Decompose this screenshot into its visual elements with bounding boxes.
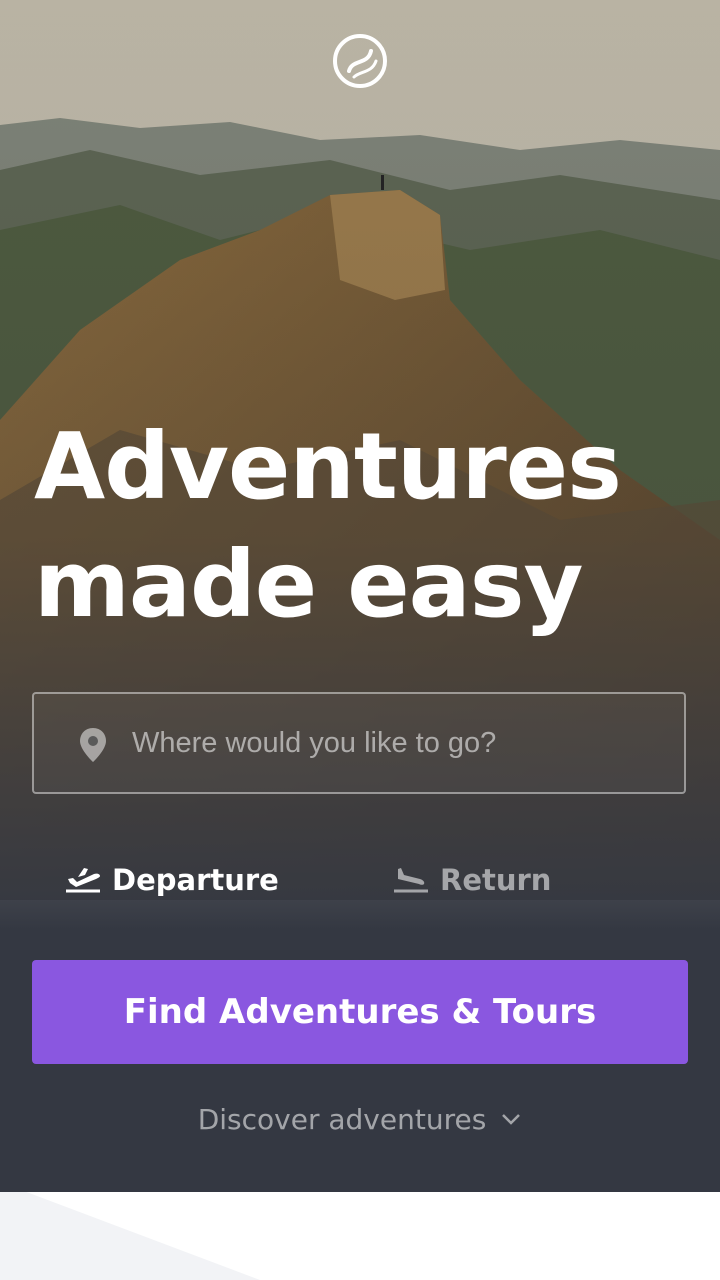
coffee-bean-logo-icon[interactable] — [332, 33, 388, 89]
bottom-content-divider — [0, 1192, 720, 1280]
destination-search-input[interactable] — [132, 694, 662, 792]
plane-landing-icon — [394, 868, 428, 893]
map-pin-icon — [80, 728, 106, 762]
find-adventures-button[interactable]: Find Adventures & Tours — [32, 960, 688, 1064]
headline-line-2: made easy — [34, 531, 583, 638]
destination-search-box[interactable] — [32, 692, 686, 794]
hero-headline: Adventures made easy — [34, 408, 704, 644]
discover-label: Discover adventures — [197, 1102, 487, 1136]
departure-label: Departure — [112, 863, 279, 897]
departure-date-field[interactable]: Departure — [64, 858, 279, 902]
discover-adventures-link[interactable]: Discover adventures — [0, 1096, 720, 1142]
plane-takeoff-icon — [66, 868, 100, 893]
hero-section: Adventures made easy Departure Return Fi… — [0, 0, 720, 1192]
return-date-field[interactable]: Return — [392, 858, 551, 902]
return-label: Return — [440, 863, 552, 897]
chevron-down-icon — [502, 1114, 521, 1125]
headline-line-1: Adventures — [34, 413, 622, 520]
